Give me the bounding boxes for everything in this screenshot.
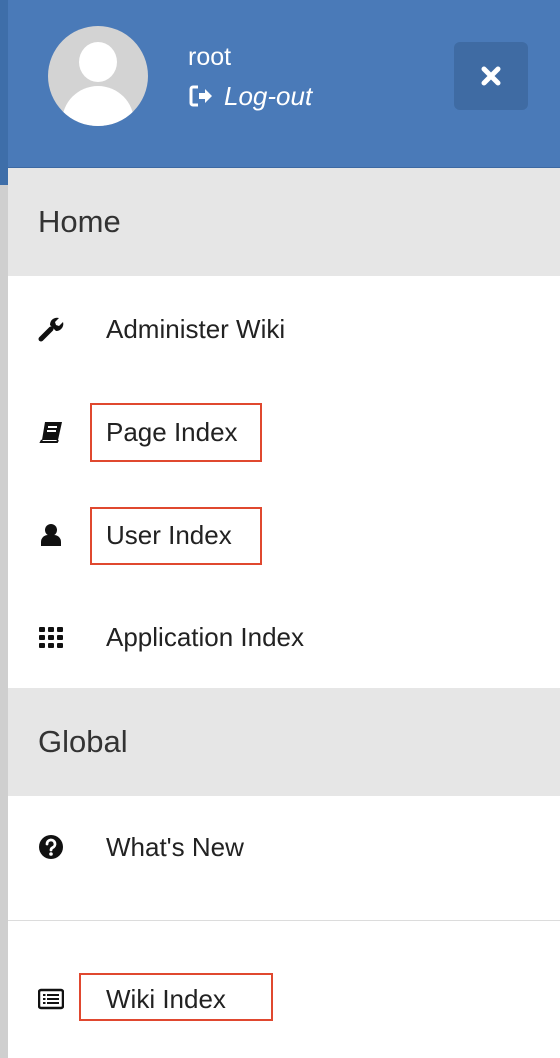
book-icon — [39, 422, 62, 443]
logout-link[interactable]: Log-out — [188, 80, 312, 112]
highlight-box-user-index — [90, 507, 262, 565]
section-home-label: Home — [38, 204, 121, 239]
list-alt-icon — [38, 988, 64, 1010]
menu-item-whats-new[interactable]: What's New — [8, 796, 560, 899]
avatar[interactable] — [48, 26, 148, 126]
avatar-head-shape — [79, 42, 117, 82]
question-circle-icon — [39, 835, 63, 859]
menu-item-label: Application Index — [106, 622, 305, 652]
section-global: Global — [8, 688, 560, 796]
menu-item-application-index[interactable]: Application Index — [8, 586, 560, 689]
wrench-icon — [38, 317, 64, 342]
sign-out-icon — [189, 85, 212, 107]
logout-label: Log-out — [224, 81, 313, 111]
background-page-edge — [0, 0, 8, 1058]
section-home: Home — [8, 168, 560, 276]
username: root — [188, 43, 232, 71]
highlight-box-page-index — [90, 403, 262, 462]
drawer-header: root Log-out — [8, 0, 560, 168]
background-header-edge — [0, 0, 8, 185]
side-drawer: root Log-out Home Administer Wiki Page I… — [8, 0, 560, 1058]
page: root Log-out Home Administer Wiki Page I… — [0, 0, 560, 1058]
menu-item-label: Administer Wiki — [106, 314, 286, 344]
close-icon — [481, 66, 501, 86]
menu-divider — [8, 920, 560, 921]
grid-icon — [39, 627, 63, 648]
avatar-body-shape — [62, 86, 134, 126]
highlight-box-wiki-index — [79, 973, 273, 1021]
section-global-label: Global — [38, 724, 128, 759]
menu-item-label: What's New — [106, 832, 244, 862]
menu-item-administer-wiki[interactable]: Administer Wiki — [8, 278, 560, 381]
user-icon — [41, 524, 61, 546]
close-button[interactable] — [454, 42, 528, 110]
